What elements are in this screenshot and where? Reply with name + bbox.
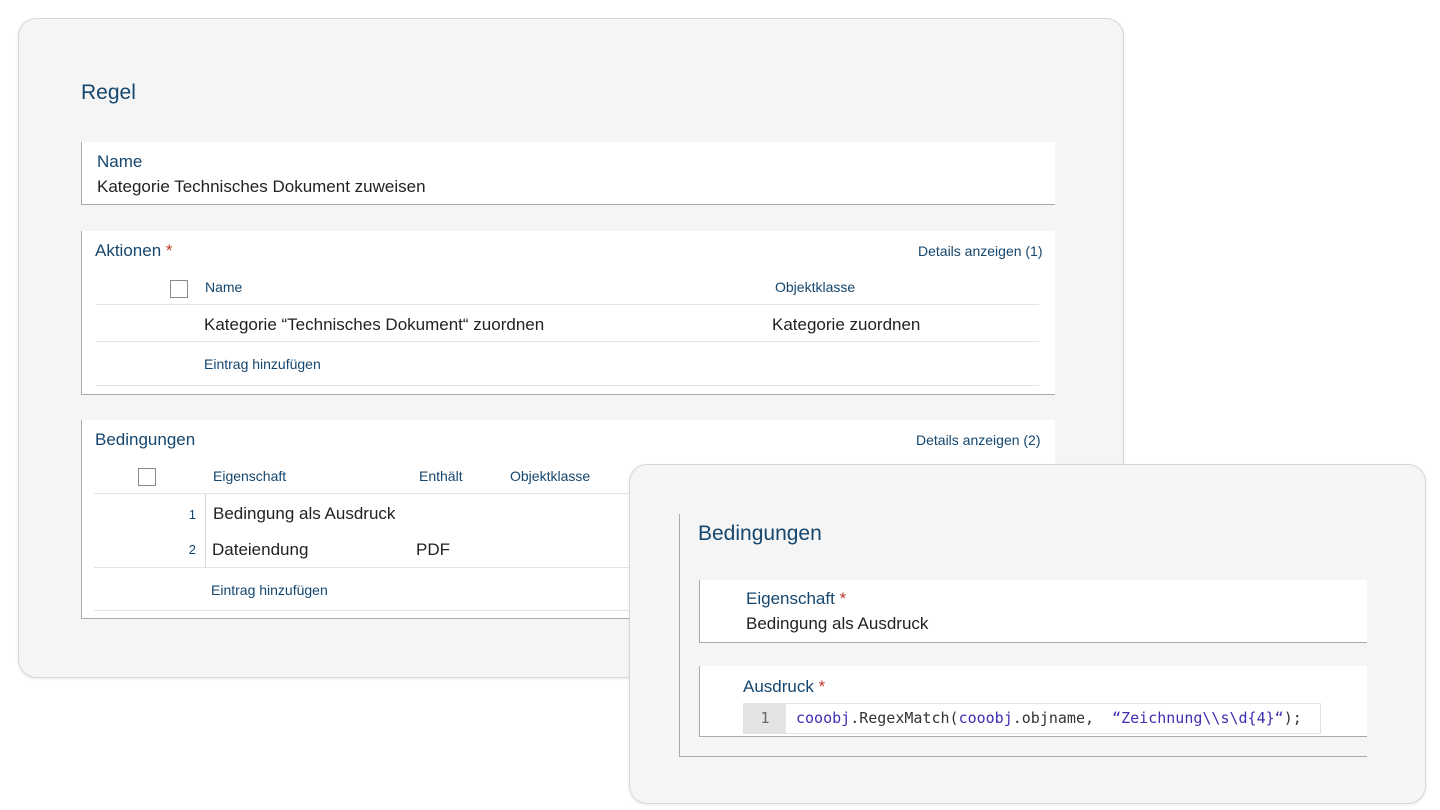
conditions-row-separator — [205, 494, 206, 567]
name-label: Name — [97, 152, 143, 171]
code-token-object: cooobj — [796, 709, 851, 727]
name-value[interactable]: Kategorie Technisches Dokument zuweisen — [97, 177, 426, 197]
expression-label-text: Ausdruck — [743, 677, 814, 696]
code-line[interactable]: cooobj.RegexMatch(cooobj.objname, “Zeich… — [796, 704, 1302, 733]
conditions-details-link[interactable]: Details anzeigen (2) — [916, 432, 1041, 448]
condition-row-number: 2 — [188, 542, 196, 557]
condition-row-enthaelt[interactable]: PDF — [416, 540, 450, 560]
actions-title: Aktionen * — [95, 241, 173, 261]
conditions-column-eigenschaft[interactable]: Eigenschaft — [213, 468, 286, 484]
code-line-number: 1 — [744, 704, 786, 733]
code-token-object: cooobj — [958, 709, 1013, 727]
property-label: Eigenschaft * — [746, 589, 846, 609]
page-title: Regel — [81, 81, 136, 104]
conditions-column-objektklasse[interactable]: Objektklasse — [510, 468, 590, 484]
actions-select-all-checkbox[interactable] — [170, 280, 188, 298]
code-token-string: “Zeichnung\\s\d{4}“ — [1112, 709, 1284, 727]
code-token-property: .objname, — [1012, 709, 1113, 727]
condition-detail-title: Bedingungen — [698, 522, 822, 545]
expression-label: Ausdruck * — [743, 677, 825, 697]
condition-row-eigenschaft[interactable]: Dateiendung — [212, 540, 308, 560]
code-token-method: .RegexMatch( — [850, 709, 959, 727]
conditions-add-entry-link[interactable]: Eintrag hinzufügen — [211, 582, 328, 598]
actions-header-divider — [96, 304, 1039, 305]
actions-title-text: Aktionen — [95, 241, 162, 260]
property-label-text: Eigenschaft — [746, 589, 835, 608]
actions-row-objektklasse[interactable]: Kategorie zuordnen — [772, 315, 920, 335]
actions-column-objektklasse[interactable]: Objektklasse — [775, 279, 855, 295]
required-marker: * — [165, 241, 173, 260]
property-value[interactable]: Bedingung als Ausdruck — [746, 614, 928, 634]
conditions-select-all-checkbox[interactable] — [138, 468, 156, 486]
condition-row-eigenschaft[interactable]: Bedingung als Ausdruck — [213, 504, 395, 524]
conditions-column-enthaelt[interactable]: Enthält — [419, 468, 463, 484]
code-token-end: ); — [1283, 709, 1302, 727]
conditions-title: Bedingungen — [95, 430, 196, 449]
required-marker: * — [818, 677, 826, 696]
actions-row-name[interactable]: Kategorie “Technisches Dokument“ zuordne… — [204, 315, 544, 335]
actions-details-link[interactable]: Details anzeigen (1) — [918, 243, 1043, 259]
expression-code-editor[interactable]: 1 cooobj.RegexMatch(cooobj.objname, “Zei… — [743, 703, 1321, 734]
actions-row-divider — [96, 341, 1039, 342]
required-marker: * — [839, 589, 847, 608]
actions-column-name[interactable]: Name — [205, 279, 242, 295]
condition-row-number: 1 — [188, 507, 196, 522]
actions-footer-divider — [96, 385, 1039, 386]
actions-add-entry-link[interactable]: Eintrag hinzufügen — [204, 356, 321, 372]
